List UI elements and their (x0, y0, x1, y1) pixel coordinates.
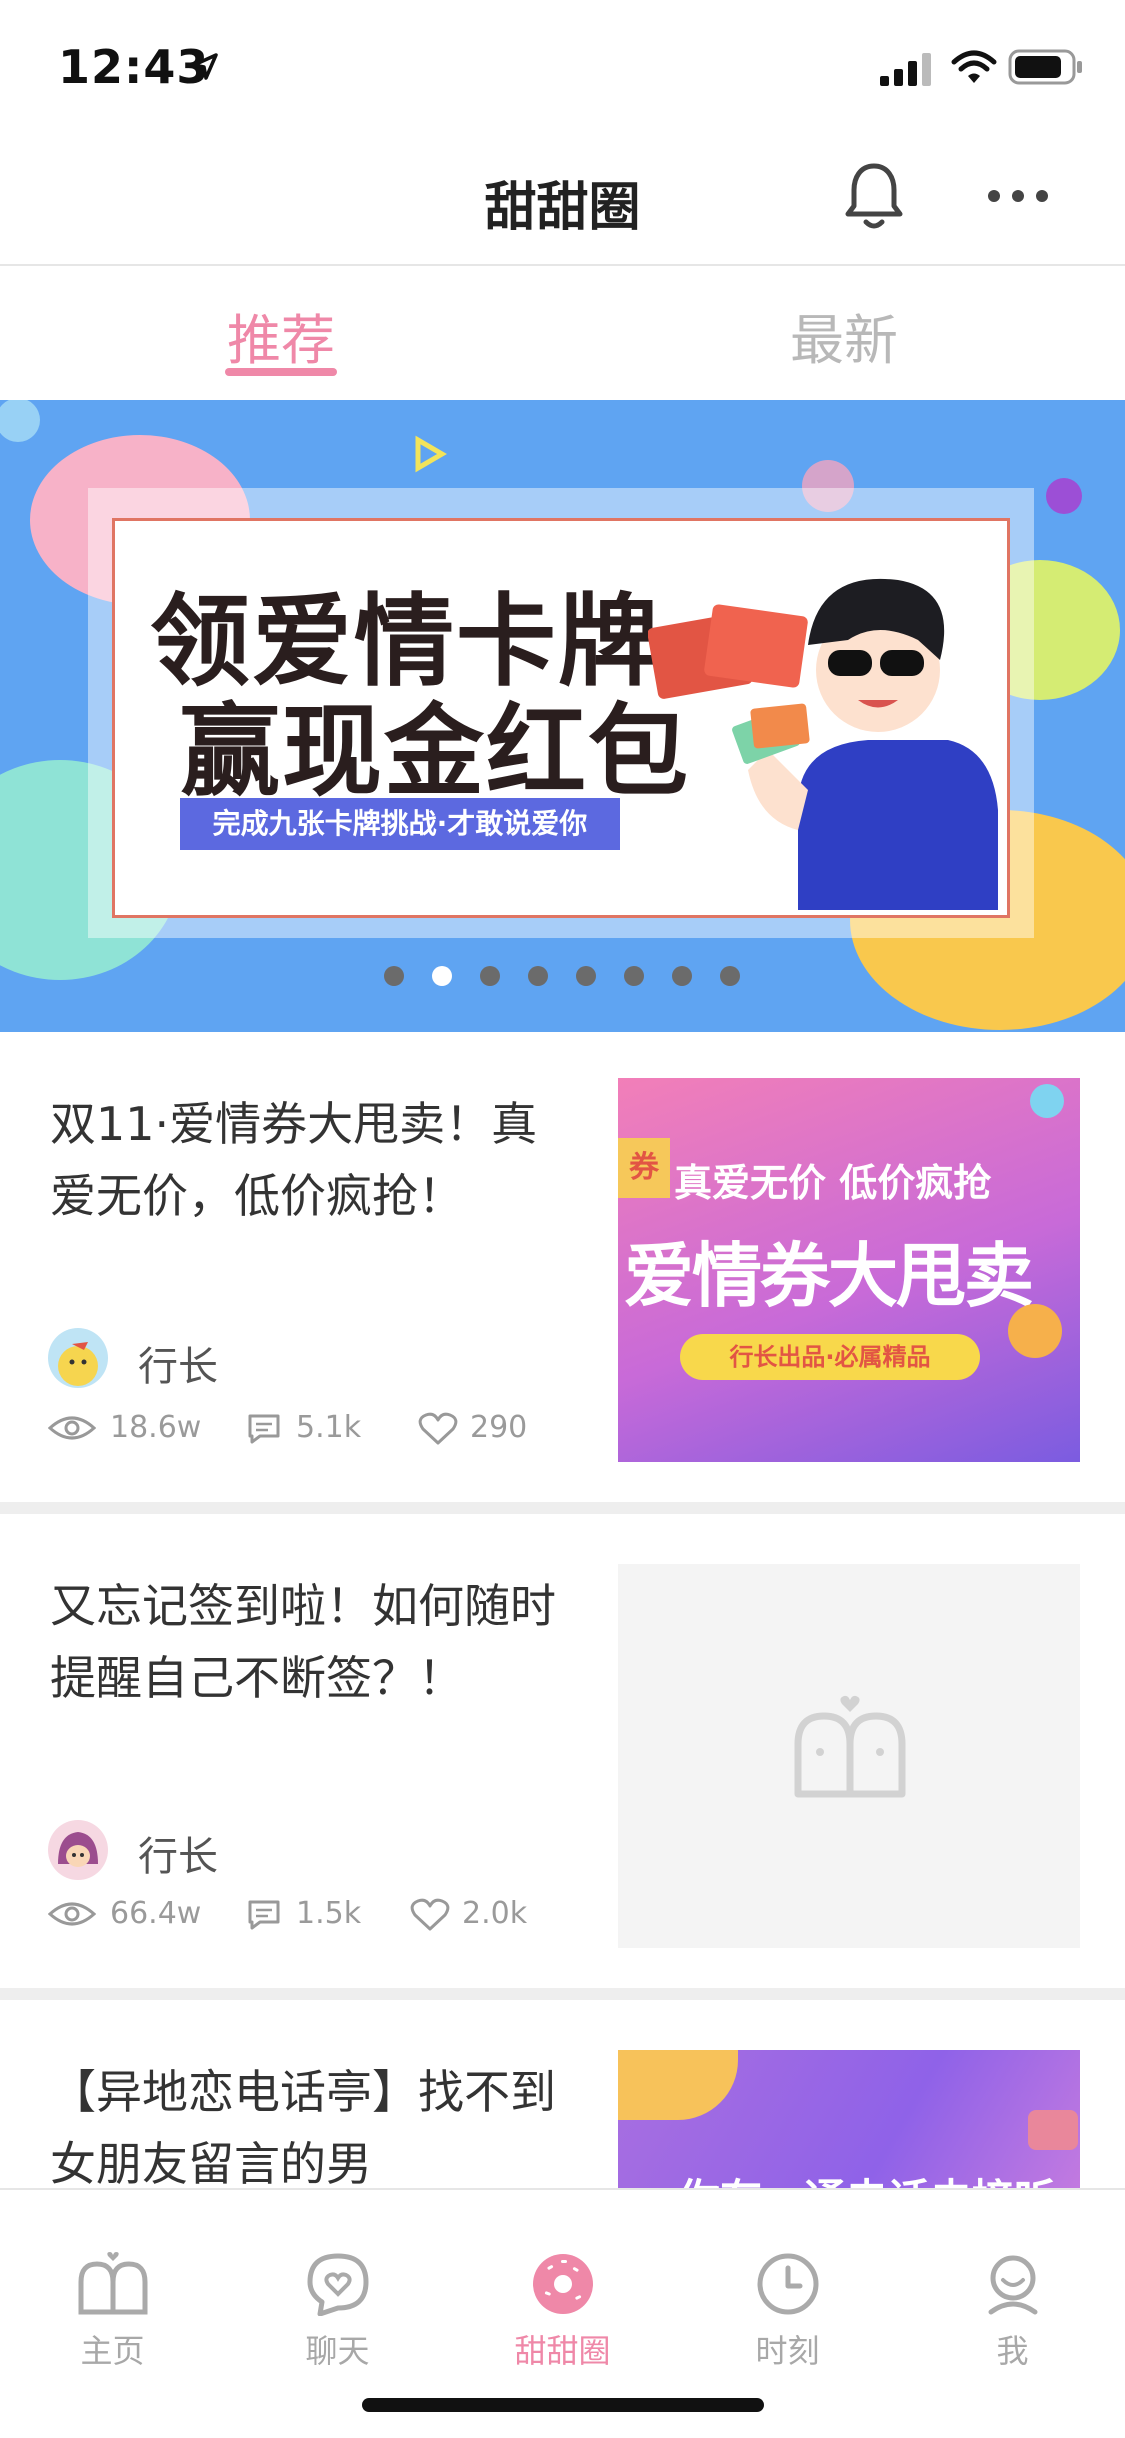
donut-icon (532, 2254, 593, 2314)
decorative-ball (1030, 1084, 1064, 1118)
heart-icon[interactable] (410, 1898, 450, 1932)
wifi-icon (951, 50, 997, 83)
location-arrow-icon (192, 53, 218, 80)
heart-icon[interactable] (418, 1412, 458, 1446)
view-count: 18.6w (110, 1410, 202, 1445)
eye-icon (48, 1902, 96, 1926)
battery-icon (1008, 49, 1082, 85)
chat-bubble-icon (1028, 2110, 1078, 2150)
clock-icon (757, 2253, 818, 2315)
promo-banner[interactable]: 领爱情卡牌 赢现金红包 完成九张卡牌挑战·才敢说爱你 (0, 400, 1125, 1032)
tab-donut[interactable]: 甜甜圈 (450, 2252, 675, 2372)
feed-item[interactable]: 双11·爱情券大甩卖！真爱无价，低价疯抢！ 行长 18.6w 5.1k 290 … (0, 1032, 1125, 1502)
carousel-dot[interactable] (672, 966, 692, 986)
profile-icon (988, 2255, 1037, 2315)
post-thumbnail[interactable]: 券 真爱无价 低价疯抢 爱情券大甩卖 行长出品·必属精品 (618, 1078, 1080, 1462)
home-indicator[interactable] (362, 2398, 764, 2412)
carousel-dots[interactable] (384, 400, 744, 1032)
tab-home-label: 主页 (80, 2332, 145, 2370)
post-title[interactable]: 双11·爱情券大甩卖！真爱无价，低价疯抢！ (50, 1088, 570, 1232)
avatar[interactable] (48, 1328, 108, 1388)
carousel-dot[interactable] (480, 966, 500, 986)
author-name[interactable]: 行长 (138, 1334, 218, 1392)
feed-item[interactable]: 又忘记签到啦！如何随时提醒自己不断签？！ 行长 66.4w 1.5k 2.0k (0, 1514, 1125, 1988)
feed-divider (0, 1502, 1125, 1514)
post-thumbnail[interactable]: 你有一通电话未接听 (618, 2050, 1080, 2188)
tab-me-label: 我 (996, 2332, 1029, 2370)
thumbnail-text: 你有一通电话未接听 (678, 2166, 1056, 2188)
tab-me[interactable]: 我 (900, 2252, 1125, 2372)
decorative-shape (618, 2050, 738, 2120)
feed-item[interactable]: 【异地恋电话亭】找不到女朋友留言的男 你有一通电话未接听 (0, 2000, 1125, 2188)
app-logo-placeholder-icon (794, 1695, 906, 1798)
author-name[interactable]: 行长 (138, 1824, 218, 1882)
view-count: 66.4w (110, 1896, 202, 1931)
carousel-dot[interactable] (720, 966, 740, 986)
carousel-dot[interactable] (624, 966, 644, 986)
tab-active-indicator (225, 368, 337, 376)
tab-recommended[interactable]: 推荐 (131, 296, 431, 375)
status-time: 12:43 (58, 40, 210, 94)
feed-divider (0, 1988, 1125, 2000)
tab-home[interactable]: 主页 (0, 2252, 225, 2372)
thumbnail-text-1: 真爱无价 低价疯抢 (674, 1161, 992, 1205)
post-thumbnail-placeholder[interactable] (618, 1564, 1080, 1948)
decorative-ball (1008, 1304, 1062, 1358)
tab-donut-label: 甜甜圈 (514, 2332, 611, 2370)
carousel-dot-active[interactable] (432, 966, 452, 986)
tab-chat[interactable]: 聊天 (225, 2252, 450, 2372)
post-title[interactable]: 又忘记签到啦！如何随时提醒自己不断签？！ (50, 1570, 570, 1714)
home-logo-icon (78, 2252, 147, 2315)
comment-count: 5.1k (296, 1410, 362, 1445)
carousel-dot[interactable] (576, 966, 596, 986)
eye-icon (48, 1416, 96, 1440)
carousel-dot[interactable] (528, 966, 548, 986)
tab-moments[interactable]: 时刻 (675, 2252, 900, 2372)
like-count: 2.0k (462, 1896, 528, 1931)
tab-chat-label: 聊天 (305, 2332, 370, 2370)
post-title[interactable]: 【异地恋电话亭】找不到女朋友留言的男 (50, 2056, 570, 2188)
tab-latest[interactable]: 最新 (694, 296, 994, 375)
bell-icon[interactable] (842, 160, 906, 232)
comment-count: 1.5k (296, 1896, 362, 1931)
nav-divider (0, 264, 1125, 266)
thumbnail-text-2: 爱情券大甩卖 (624, 1235, 1034, 1317)
carousel-dot[interactable] (384, 966, 404, 986)
avatar[interactable] (48, 1820, 108, 1880)
like-count: 290 (470, 1410, 528, 1445)
page-title: 甜甜圈 (484, 178, 641, 238)
tab-moments-label: 时刻 (755, 2332, 820, 2370)
thumbnail-pill: 行长出品·必属精品 (680, 1334, 980, 1380)
comment-icon (248, 1900, 280, 1930)
chat-heart-icon (307, 2253, 368, 2317)
coupon-badge: 券 (618, 1138, 670, 1198)
comment-icon (248, 1414, 280, 1444)
cellular-signal-icon (880, 53, 931, 86)
more-icon[interactable] (986, 184, 1050, 208)
